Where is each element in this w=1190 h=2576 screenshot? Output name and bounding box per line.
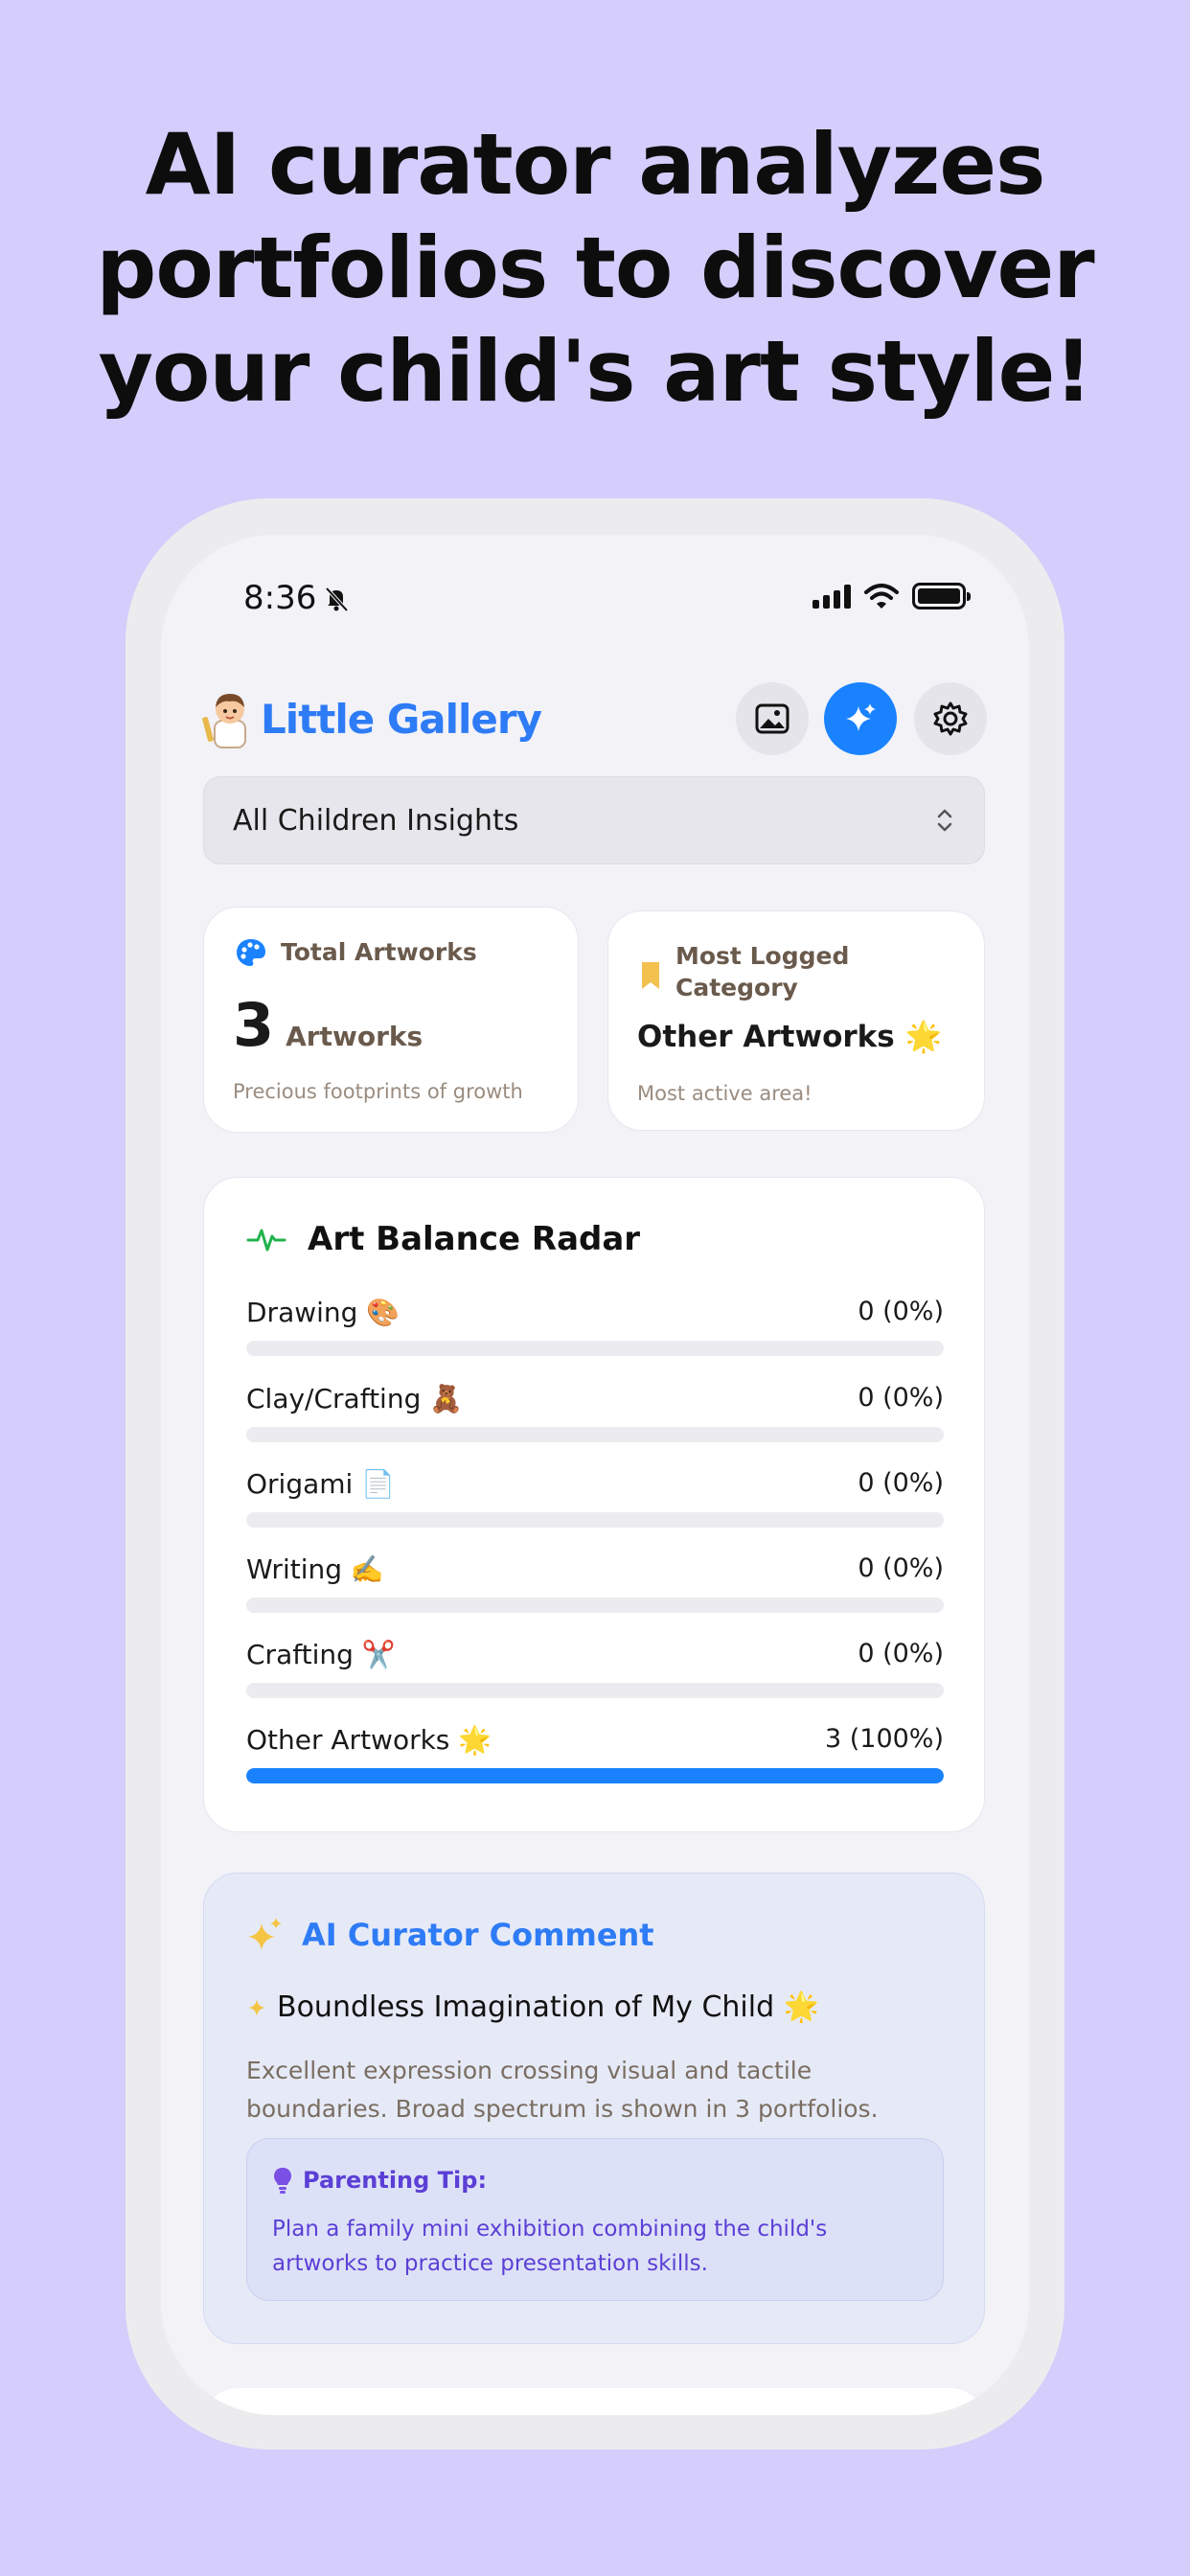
headline-line-1: AI curator analyzes [145,115,1046,214]
radar-row-track [246,1341,944,1356]
palette-icon [237,938,265,966]
status-time-text: 8:36 [243,579,317,617]
most-logged-subtitle: Most active area! [637,1082,812,1105]
ai-curator-card: AI Curator Comment Boundless Imagination… [203,1873,985,2344]
settings-button[interactable] [914,682,987,755]
parenting-tip-title: Parenting Tip: [303,2167,488,2194]
total-artworks-card: Total Artworks 3 Artworks Precious footp… [203,907,579,1133]
headline-line-2: portfolios to discover [96,218,1094,317]
child-selector-label: All Children Insights [233,803,519,838]
bookmark-icon [642,962,659,989]
sparkle-icon [846,703,876,731]
status-time: 8:36 [243,579,351,617]
radar-row-label: Clay/Crafting 🧸 [246,1383,464,1414]
radar-row-label: Origami 📄 [246,1468,396,1500]
radar-row-track [246,1427,944,1442]
gear-icon [933,702,968,736]
child-selector[interactable]: All Children Insights [203,776,985,864]
parenting-tip-line2: artworks to practice presentation skills… [272,2251,708,2276]
child-artist-icon [201,688,259,749]
radar-row-value: 0 (0%) [858,1297,944,1326]
radar-row-track [246,1768,944,1783]
radar-row-label: Crafting ✂️ [246,1639,396,1670]
ai-comment-body-line2: boundaries. Broad spectrum is shown in 3… [246,2095,879,2123]
next-card-peek [203,2388,985,2415]
app-title: Little Gallery [261,695,542,743]
status-icons [812,583,971,610]
radar-row-value: 0 (0%) [858,1468,944,1498]
radar-title: Art Balance Radar [308,1220,641,1258]
parenting-tip-line1: Plan a family mini exhibition combining … [272,2217,828,2242]
image-icon [755,703,790,734]
radar-row-track [246,1512,944,1528]
app-logo: Little Gallery [201,688,542,749]
wifi-icon [864,584,899,609]
art-balance-radar-card: Art Balance Radar Drawing 🎨 0 (0%) Clay/… [203,1177,985,1832]
most-logged-category: Other Artworks 🌟 [637,1020,943,1054]
radar-row-value: 0 (0%) [858,1639,944,1668]
promo-page: AI curator analyzes portfolios to discov… [0,0,1190,2576]
ai-comment-title: AI Curator Comment [302,1917,654,1953]
app-header: Little Gallery [201,678,987,765]
radar-row-value: 0 (0%) [858,1553,944,1583]
radar-row-fill [246,1768,944,1783]
gallery-button[interactable] [736,682,809,755]
total-artworks-subtitle: Precious footprints of growth [233,1080,523,1103]
radar-row-track [246,1598,944,1613]
total-artworks-unit: Artworks [286,1021,423,1052]
ai-comment-headline: Boundless Imagination of My Child 🌟 [277,1990,820,2024]
promo-headline: AI curator analyzes portfolios to discov… [0,113,1190,424]
parenting-tip-text: Plan a family mini exhibition combining … [272,2212,827,2281]
radar-row-label: Other Artworks 🌟 [246,1724,492,1756]
radar-row-label: Writing ✍️ [246,1553,384,1585]
ai-comment-body: Excellent expression crossing visual and… [246,2052,879,2128]
radar-row-label: Drawing 🎨 [246,1297,400,1328]
most-logged-title-line1: Most Logged [675,942,850,970]
total-artworks-title: Total Artworks [281,938,477,966]
ai-comment-body-line1: Excellent expression crossing visual and… [246,2057,812,2084]
most-logged-card: Most Logged Category Other Artworks 🌟 Mo… [607,910,985,1131]
sparkles-icon [248,1918,282,1950]
signal-icon [812,584,851,609]
total-artworks-count: 3 [233,990,275,1060]
chevron-up-down-icon [937,809,952,832]
activity-pulse-icon [246,1229,286,1252]
phone-screen: 8:36 Little Gallery All Children Insight… [161,535,1029,2415]
ai-insights-button[interactable] [824,682,897,755]
radar-row-track [246,1683,944,1698]
most-logged-title-line2: Category [675,974,798,1001]
radar-row-value: 3 (100%) [824,1724,944,1754]
radar-row-value: 0 (0%) [858,1383,944,1413]
headline-line-3: your child's art style! [98,322,1093,421]
lightbulb-icon [274,2168,291,2194]
battery-icon [912,583,971,610]
parenting-tip-box: Parenting Tip: Plan a family mini exhibi… [246,2138,944,2301]
bell-slash-icon [322,584,351,612]
small-sparkle-icon [248,1998,265,2016]
